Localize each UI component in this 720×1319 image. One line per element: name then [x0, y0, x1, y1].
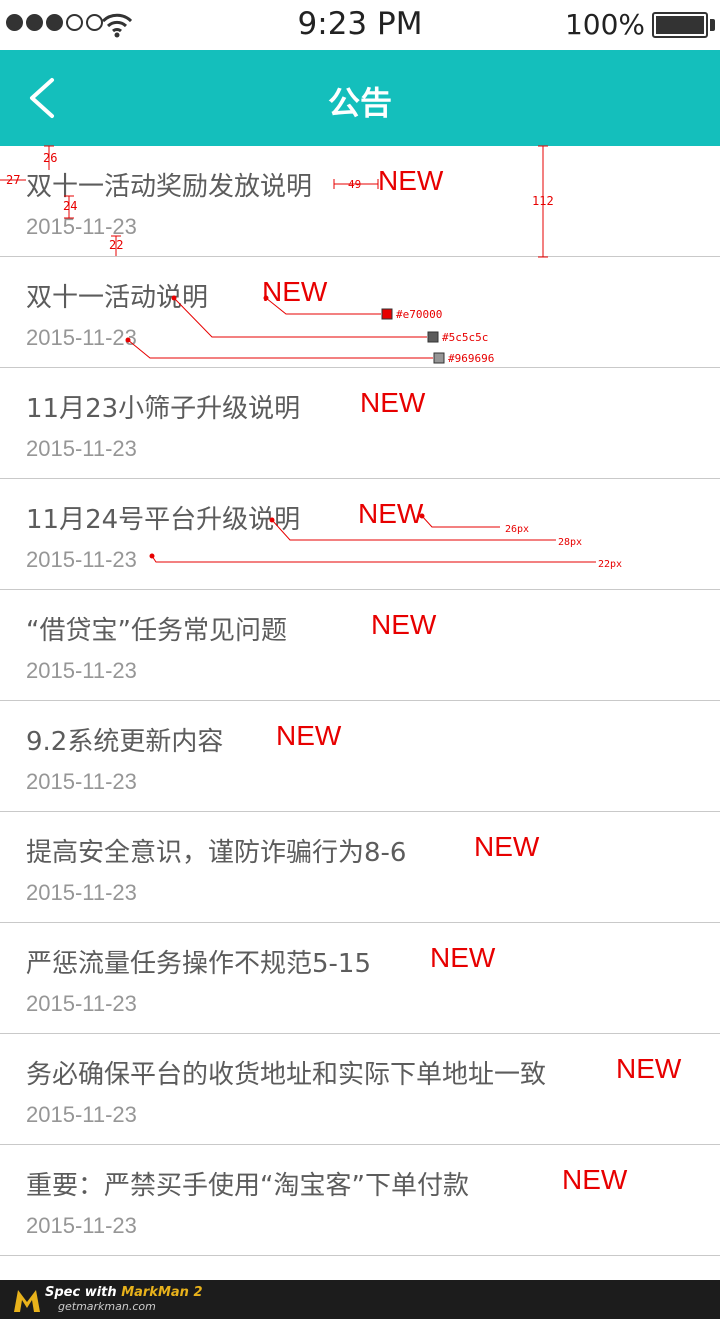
notice-title: 双十一活动说明 [26, 283, 209, 313]
notice-title: 务必确保平台的收货地址和实际下单地址一致 [26, 1060, 547, 1090]
notice-item[interactable]: 严惩流量任务操作不规范5-15 NEW 2015-11-23 [0, 923, 720, 1034]
notice-date: 2015-11-23 [26, 1102, 137, 1127]
notice-date: 2015-11-23 [26, 214, 137, 239]
notice-item[interactable]: 11月23小筛子升级说明 NEW 2015-11-23 [0, 368, 720, 479]
battery-tip [710, 19, 715, 31]
notice-date: 2015-11-23 [26, 436, 137, 461]
notice-date: 2015-11-23 [26, 1213, 137, 1238]
notice-item[interactable]: 9.2系统更新内容 NEW 2015-11-23 [0, 701, 720, 812]
notice-title: 双十一活动奖励发放说明 [26, 172, 313, 202]
notice-title: 9.2系统更新内容 [26, 727, 224, 757]
battery-percentage: 100% [564, 8, 645, 41]
new-badge: NEW [371, 609, 437, 640]
new-badge: NEW [430, 942, 496, 973]
new-badge: NEW [378, 165, 444, 196]
page-title: 公告 [327, 84, 392, 122]
notice-item[interactable]: 11月24号平台升级说明 NEW 2015-11-23 [0, 479, 720, 590]
notice-date: 2015-11-23 [26, 880, 137, 905]
notice-title: 提高安全意识，谨防诈骗行为8-6 [26, 838, 407, 868]
notice-date: 2015-11-23 [26, 658, 137, 683]
markman-logo-icon [14, 1290, 40, 1312]
new-badge: NEW [360, 387, 426, 418]
new-badge: NEW [276, 720, 342, 751]
notice-item[interactable]: “借贷宝”任务常见问题 NEW 2015-11-23 [0, 590, 720, 701]
markman-footer: Spec with MarkMan 2 getmarkman.com [0, 1280, 720, 1319]
notice-item[interactable]: 提高安全意识，谨防诈骗行为8-6 NEW 2015-11-23 [0, 812, 720, 923]
footer-url: getmarkman.com [58, 1300, 156, 1313]
footer-spec-text: Spec with MarkMan 2 [45, 1285, 203, 1300]
notice-item[interactable]: 重要：严禁买手使用“淘宝客”下单付款 NEW 2015-11-23 [0, 1145, 720, 1256]
new-badge: NEW [262, 276, 328, 307]
notice-title: 重要：严禁买手使用“淘宝客”下单付款 [26, 1171, 469, 1201]
notice-list: 双十一活动奖励发放说明 NEW 2015-11-23 双十一活动说明 NEW 2… [0, 146, 720, 1256]
footer-brand: MarkMan 2 [121, 1285, 203, 1300]
new-badge: NEW [474, 831, 540, 862]
notice-item[interactable]: 务必确保平台的收货地址和实际下单地址一致 NEW 2015-11-23 [0, 1034, 720, 1145]
notice-title: “借贷宝”任务常见问题 [26, 616, 287, 646]
status-bar: 9:23 PM 100% [0, 0, 720, 50]
notice-item[interactable]: 双十一活动奖励发放说明 NEW 2015-11-23 [0, 146, 720, 257]
new-badge: NEW [562, 1164, 628, 1195]
notice-date: 2015-11-23 [26, 769, 137, 794]
notice-date: 2015-11-23 [26, 325, 137, 350]
notice-date: 2015-11-23 [26, 547, 137, 572]
nav-bar: 公告 [0, 50, 720, 146]
new-badge: NEW [358, 498, 424, 529]
notice-date: 2015-11-23 [26, 991, 137, 1016]
notice-title: 11月24号平台升级说明 [26, 505, 301, 535]
battery-icon [652, 12, 708, 38]
new-badge: NEW [616, 1053, 682, 1084]
notice-title: 严惩流量任务操作不规范5-15 [26, 949, 372, 979]
notice-item[interactable]: 双十一活动说明 NEW 2015-11-23 [0, 257, 720, 368]
notice-title: 11月23小筛子升级说明 [26, 394, 301, 424]
